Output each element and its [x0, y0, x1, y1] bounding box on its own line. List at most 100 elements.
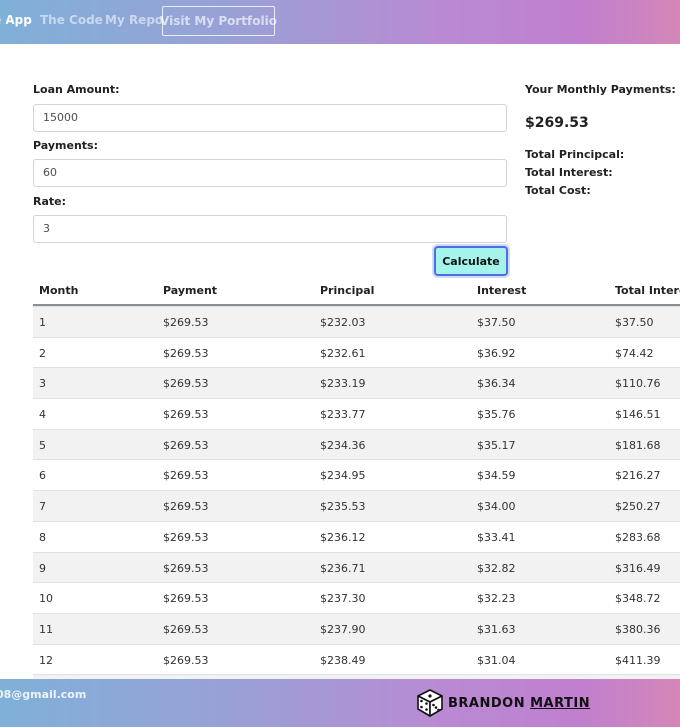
cell-interest: $37.50: [477, 316, 516, 329]
cell-interest: $36.34: [477, 377, 516, 391]
cell-principal: $237.90: [320, 622, 366, 636]
cell-month: 4: [39, 408, 46, 422]
cell-payment: $269.53: [163, 561, 209, 575]
cell-principal: $234.36: [320, 438, 366, 452]
table-row: 10 $269.53 $237.30 $32.23 $348.72: [33, 582, 680, 613]
table-row: 3 $269.53 $233.19 $36.34 $110.76: [33, 367, 680, 399]
navbar: e App The Code My Repo Visit My Portfoli…: [0, 0, 680, 44]
amortization-table-header: Month Payment Principal Interest Total I…: [33, 278, 680, 306]
calculate-button[interactable]: Calculate: [434, 246, 508, 276]
total-principal-label: Total Principcal:: [525, 148, 625, 161]
column-header-payment: Payment: [163, 284, 218, 297]
cell-interest: $34.00: [477, 500, 516, 514]
visit-portfolio-button[interactable]: Visit My Portfolio: [160, 6, 277, 36]
cell-principal: $232.03: [320, 316, 366, 329]
cell-interest: $31.63: [477, 622, 516, 636]
cell-total-interest: $74.42: [615, 346, 654, 360]
cell-principal: $235.53: [320, 500, 366, 514]
cell-payment: $269.53: [163, 346, 209, 360]
cell-total-interest: $181.68: [615, 438, 661, 452]
table-row: 7 $269.53 $235.53 $34.00 $250.27: [33, 490, 680, 521]
table-row: 11 $269.53 $237.90 $31.63 $380.36: [33, 612, 680, 644]
footer: 08@gmail.com BRANDON MARTIN: [0, 679, 680, 727]
total-interest-label: Total Interest:: [525, 166, 613, 179]
cell-total-interest: $146.51: [615, 408, 661, 422]
payments-input[interactable]: 60: [33, 159, 507, 187]
cell-principal: $238.49: [320, 653, 366, 667]
loan-amount-input[interactable]: 15000: [33, 104, 507, 132]
cell-total-interest: $216.27: [615, 469, 661, 483]
cell-interest: $31.04: [477, 653, 516, 667]
cell-principal: $236.71: [320, 561, 366, 575]
brand-name: BRANDON MARTIN: [448, 696, 590, 711]
cell-month: 8: [39, 530, 46, 544]
cell-total-interest: $380.36: [615, 622, 661, 636]
cell-principal: $233.19: [320, 377, 366, 391]
cell-interest: $32.82: [477, 561, 516, 575]
cell-interest: $33.41: [477, 530, 516, 544]
table-row: 1 $269.53 $232.03 $37.50 $37.50: [33, 306, 680, 337]
table-row: 6 $269.53 $234.95 $34.59 $216.27: [33, 459, 680, 490]
cell-month: 12: [39, 653, 53, 667]
payments-label: Payments:: [33, 139, 98, 152]
table-row: 12 $269.53 $238.49 $31.04 $411.39: [33, 643, 680, 675]
cell-principal: $234.95: [320, 469, 366, 483]
cell-month: 2: [39, 346, 46, 360]
brand-last-name: MARTIN: [530, 695, 591, 711]
monthly-payments-title: Your Monthly Payments:: [525, 83, 676, 96]
cell-total-interest: $316.49: [615, 561, 661, 575]
table-row: 4 $269.53 $233.77 $35.76 $146.51: [33, 398, 680, 429]
total-cost-label: Total Cost:: [525, 184, 591, 197]
cell-total-interest: $348.72: [615, 592, 661, 606]
table-row: 9 $269.53 $236.71 $32.82 $316.49: [33, 551, 680, 583]
rate-label: Rate:: [33, 195, 67, 208]
cell-principal: $233.77: [320, 408, 366, 422]
rate-input[interactable]: 3: [33, 215, 507, 243]
cell-interest: $34.59: [477, 469, 516, 483]
cell-total-interest: $250.27: [615, 500, 661, 514]
column-header-interest: Interest: [477, 284, 527, 297]
amortization-table-body: 1 $269.53 $232.03 $37.50 $37.50 2 $269.5…: [33, 306, 680, 705]
cell-total-interest: $37.50: [615, 316, 654, 329]
loan-amount-label: Loan Amount:: [33, 83, 120, 96]
cell-interest: $35.76: [477, 408, 516, 422]
cell-principal: $236.12: [320, 530, 366, 544]
column-header-total-interest: Total Intere: [615, 284, 680, 297]
cell-total-interest: $110.76: [615, 377, 661, 391]
brand-first-name: BRANDON: [448, 695, 526, 711]
cell-payment: $269.53: [163, 653, 209, 667]
cell-payment: $269.53: [163, 622, 209, 636]
cell-payment: $269.53: [163, 530, 209, 544]
table-row: 5 $269.53 $234.36 $35.17 $181.68: [33, 428, 680, 460]
column-header-principal: Principal: [320, 284, 375, 297]
dice-icon: [417, 689, 443, 717]
nav-link-my-repo[interactable]: My Repo: [105, 13, 163, 27]
navbar-brand[interactable]: e App: [0, 13, 32, 27]
cell-payment: $269.53: [163, 408, 209, 422]
table-row: 2 $269.53 $232.61 $36.92 $74.42: [33, 336, 680, 368]
cell-principal: $232.61: [320, 346, 366, 360]
cell-month: 6: [39, 469, 46, 483]
column-header-month: Month: [39, 284, 79, 297]
cell-payment: $269.53: [163, 377, 209, 391]
footer-email-link[interactable]: 08@gmail.com: [0, 688, 86, 701]
cell-interest: $35.17: [477, 438, 516, 452]
cell-month: 7: [39, 500, 46, 514]
cell-payment: $269.53: [163, 469, 209, 483]
cell-total-interest: $411.39: [615, 653, 661, 667]
cell-payment: $269.53: [163, 500, 209, 514]
monthly-payment-amount: $269.53: [525, 115, 589, 131]
cell-month: 5: [39, 438, 46, 452]
cell-principal: $237.30: [320, 592, 366, 606]
cell-month: 9: [39, 561, 46, 575]
cell-payment: $269.53: [163, 438, 209, 452]
brand-logo[interactable]: BRANDON MARTIN: [415, 688, 590, 718]
cell-payment: $269.53: [163, 316, 209, 329]
cell-month: 10: [39, 592, 53, 606]
cell-month: 1: [39, 316, 46, 329]
nav-link-the-code[interactable]: The Code: [40, 13, 103, 27]
cell-month: 11: [39, 622, 53, 636]
cell-interest: $36.92: [477, 346, 516, 360]
table-row: 8 $269.53 $236.12 $33.41 $283.68: [33, 520, 680, 552]
cell-payment: $269.53: [163, 592, 209, 606]
